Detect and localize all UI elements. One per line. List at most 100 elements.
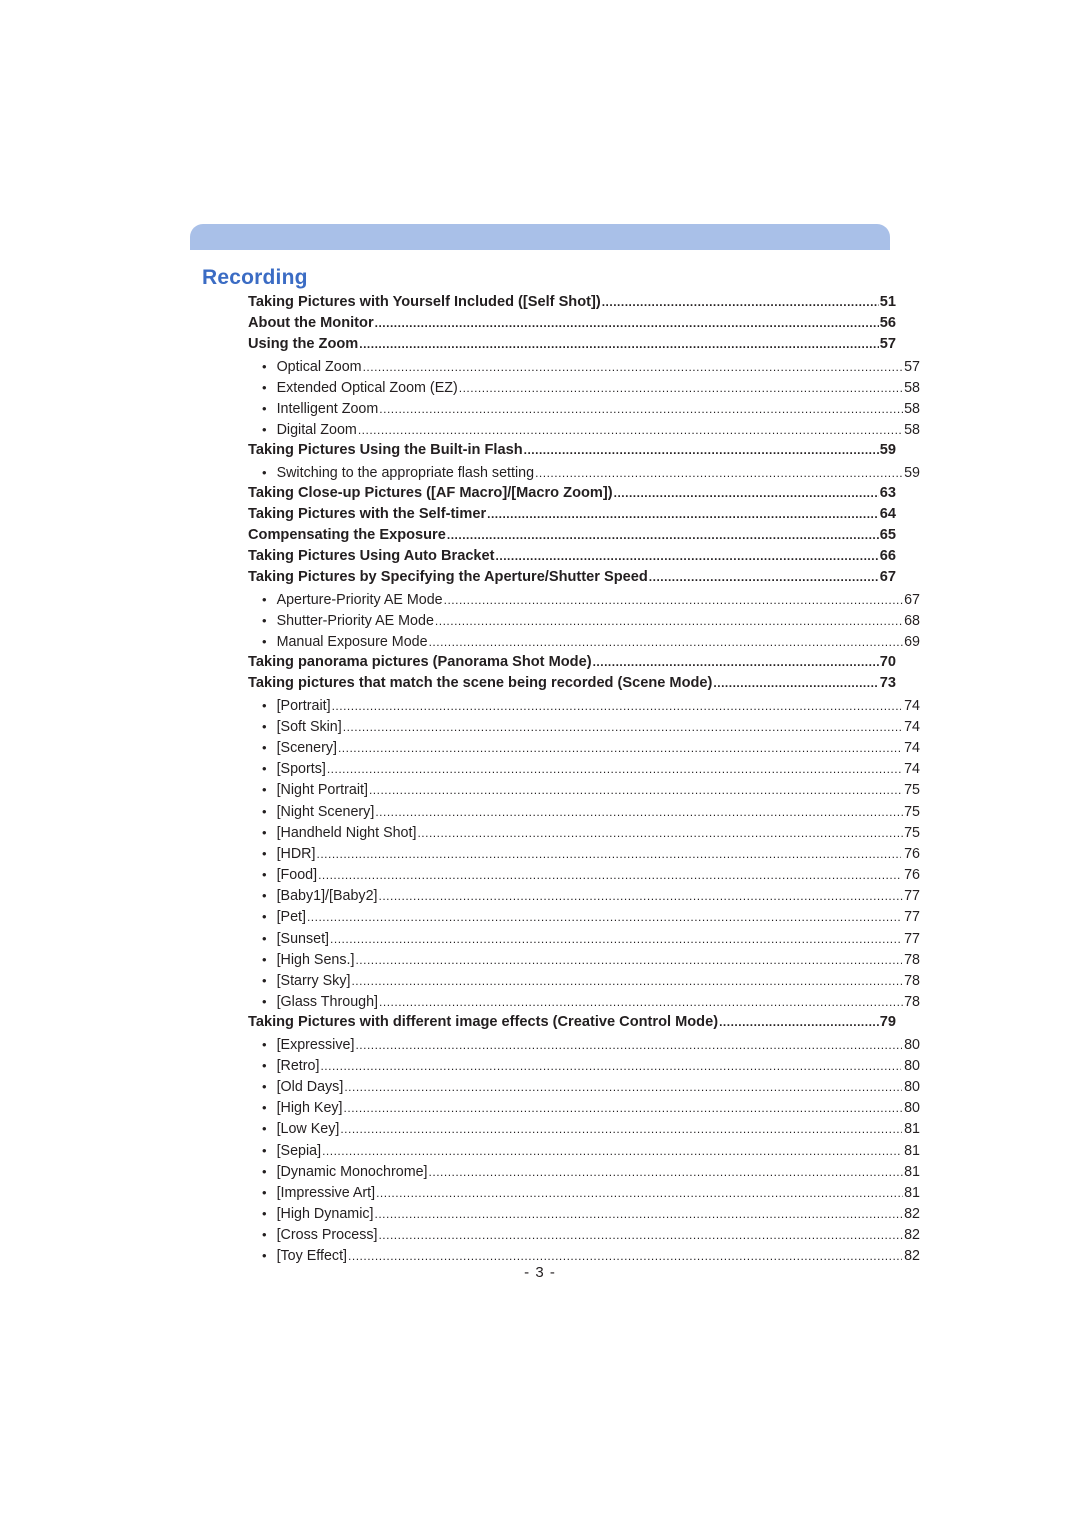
bullet-icon: • xyxy=(262,930,267,946)
toc-row[interactable]: Taking Pictures by Specifying the Apertu… xyxy=(248,567,896,588)
toc-row[interactable]: • [Portrait].............................… xyxy=(248,695,920,716)
toc-row[interactable]: • [High Key].............................… xyxy=(248,1097,920,1118)
toc-row[interactable]: • Shutter-Priority AE Mode...............… xyxy=(248,610,920,631)
bullet-icon: • xyxy=(262,400,267,416)
bullet-icon: • xyxy=(262,697,267,713)
toc-row[interactable]: • [Retro]................................… xyxy=(248,1055,920,1076)
document-page: Recording Taking Pictures with Yourself … xyxy=(0,0,1080,1526)
toc-leader-dots: ........................................… xyxy=(535,465,904,480)
toc-row[interactable]: • [Baby1]/[Baby2]........................… xyxy=(248,885,920,906)
toc-row[interactable]: About the Monitor.......................… xyxy=(248,313,896,334)
bullet-icon: • xyxy=(262,761,267,777)
toc-row[interactable]: Taking pictures that match the scene bei… xyxy=(248,673,896,694)
toc-entry-page: 59 xyxy=(879,442,896,459)
toc-entry-page: 77 xyxy=(904,909,920,926)
toc-row[interactable]: Using the Zoom..........................… xyxy=(248,334,896,355)
toc-leader-dots: ........................................… xyxy=(376,1185,903,1200)
toc-row[interactable]: • [High Sens.]...........................… xyxy=(248,949,920,970)
bullet-icon: • xyxy=(262,739,267,755)
toc-entry-page: 80 xyxy=(904,1036,920,1053)
toc-row[interactable]: • [Glass Through]........................… xyxy=(248,991,920,1012)
bullet-icon: • xyxy=(262,1142,267,1158)
toc-leader-dots: ........................................… xyxy=(340,1122,901,1137)
toc-entry-label: Taking Pictures with Yourself Included (… xyxy=(248,294,601,310)
toc-row[interactable]: • [Expressive]...........................… xyxy=(248,1034,920,1055)
bullet-icon: • xyxy=(262,1036,267,1052)
toc-row[interactable]: • Switching to the appropriate flash sett… xyxy=(248,462,920,483)
bullet-icon: • xyxy=(262,824,267,840)
toc-row[interactable]: • [Pet]..................................… xyxy=(248,906,920,927)
page-title: Recording xyxy=(202,266,308,289)
toc-entry-page: 79 xyxy=(879,1014,896,1031)
toc-entry-label: Taking Pictures Using Auto Bracket xyxy=(248,548,495,565)
toc-row[interactable]: • [Soft Skin]............................… xyxy=(248,716,920,737)
toc-entry-label: [Sports] xyxy=(276,761,326,778)
bullet-icon: • xyxy=(262,951,267,967)
toc-row[interactable]: • [HDR]..................................… xyxy=(248,843,920,864)
toc-entry-page: 81 xyxy=(904,1142,920,1159)
toc-entry-page: 78 xyxy=(904,951,920,968)
toc-leader-dots: ........................................… xyxy=(357,423,903,438)
toc-row[interactable]: • [Old Days].............................… xyxy=(248,1076,920,1097)
toc-leader-dots: ........................................… xyxy=(322,1143,902,1158)
toc-entry-page: 66 xyxy=(879,548,896,565)
toc-entry-label: [High Sens.] xyxy=(276,951,355,968)
toc-row[interactable]: Taking Pictures with Yourself Included (… xyxy=(248,292,896,313)
toc-entry-label: Taking Pictures by Specifying the Apertu… xyxy=(248,569,648,586)
bullet-icon: • xyxy=(262,1078,267,1094)
page-number-footer: - 3 - xyxy=(524,1264,556,1281)
toc-row[interactable]: • Optical Zoom...........................… xyxy=(248,356,920,377)
toc-leader-dots: ........................................… xyxy=(495,549,879,564)
toc-row[interactable]: Taking Pictures with the Self-timer.....… xyxy=(248,504,896,525)
toc-row[interactable]: • [Sports]...............................… xyxy=(248,758,920,779)
toc-leader-dots: ........................................… xyxy=(368,783,903,798)
toc-row[interactable]: • [Night Portrait].......................… xyxy=(248,779,920,800)
toc-entry-label: [Soft Skin] xyxy=(276,718,342,735)
toc-entry-label: [Glass Through] xyxy=(276,994,379,1011)
toc-leader-dots: ........................................… xyxy=(613,485,879,500)
toc-entry-page: 78 xyxy=(904,973,920,989)
toc-row[interactable]: Compensating the Exposure...............… xyxy=(248,525,896,546)
toc-row[interactable]: Taking Pictures Using the Built-in Flash… xyxy=(248,440,896,461)
toc-row[interactable]: • [Handheld Night Shot]..................… xyxy=(248,822,920,843)
toc-leader-dots: ........................................… xyxy=(318,868,901,883)
toc-entry-page: 75 xyxy=(904,803,920,820)
toc-row[interactable]: • Aperture-Priority AE Mode..............… xyxy=(248,589,920,610)
toc-row[interactable]: • [Dynamic Monochrome]...................… xyxy=(248,1161,920,1182)
toc-entry-label: [Baby1]/[Baby2] xyxy=(276,888,378,905)
toc-row[interactable]: • [High Dynamic].........................… xyxy=(248,1203,920,1224)
toc-row[interactable]: • [Low Key]..............................… xyxy=(248,1118,920,1139)
toc-leader-dots: ........................................… xyxy=(523,443,879,458)
toc-entry-page: 78 xyxy=(904,994,920,1011)
toc-entry-page: 59 xyxy=(904,464,920,481)
toc-entry-page: 76 xyxy=(904,845,920,862)
toc-row[interactable]: • [Impressive Art].......................… xyxy=(248,1182,920,1203)
toc-entry-page: 67 xyxy=(879,569,896,586)
toc-entry-label: Intelligent Zoom xyxy=(276,400,379,417)
toc-row[interactable]: • Intelligent Zoom.......................… xyxy=(248,398,920,419)
toc-row[interactable]: Taking Pictures Using Auto Bracket......… xyxy=(248,546,896,567)
toc-row[interactable]: • Digital Zoom...........................… xyxy=(248,419,920,440)
toc-row[interactable]: • Manual Exposure Mode...................… xyxy=(248,631,920,652)
toc-entry-page: 80 xyxy=(904,1078,920,1095)
toc-row[interactable]: • [Cross Process]........................… xyxy=(248,1224,920,1245)
toc-row[interactable]: Taking panorama pictures (Panorama Shot … xyxy=(248,652,896,673)
toc-row[interactable]: • [Starry Sky]...........................… xyxy=(248,970,920,991)
bullet-icon: • xyxy=(262,867,267,883)
toc-row[interactable]: Taking Close-up Pictures ([AF Macro]/[Ma… xyxy=(248,483,896,504)
toc-leader-dots: ........................................… xyxy=(443,592,903,607)
toc-entry-page: 77 xyxy=(904,930,920,947)
toc-row[interactable]: • [Scenery]..............................… xyxy=(248,737,920,758)
toc-leader-dots: ........................................… xyxy=(417,825,903,840)
toc-entry-page: 67 xyxy=(904,591,920,608)
toc-row[interactable]: Taking Pictures with different image eff… xyxy=(248,1012,896,1033)
toc-row[interactable]: • [Night Scenery]........................… xyxy=(248,801,920,822)
toc-entry-page: 82 xyxy=(904,1227,920,1244)
toc-leader-dots: ........................................… xyxy=(379,995,903,1010)
bullet-icon: • xyxy=(262,1100,267,1116)
toc-row[interactable]: • [Food].................................… xyxy=(248,864,920,885)
toc-row[interactable]: • [Sunset]...............................… xyxy=(248,928,920,949)
toc-row[interactable]: • Extended Optical Zoom (EZ).............… xyxy=(248,377,920,398)
toc-row[interactable]: • [Sepia]................................… xyxy=(248,1140,920,1161)
bullet-icon: • xyxy=(262,1184,267,1200)
